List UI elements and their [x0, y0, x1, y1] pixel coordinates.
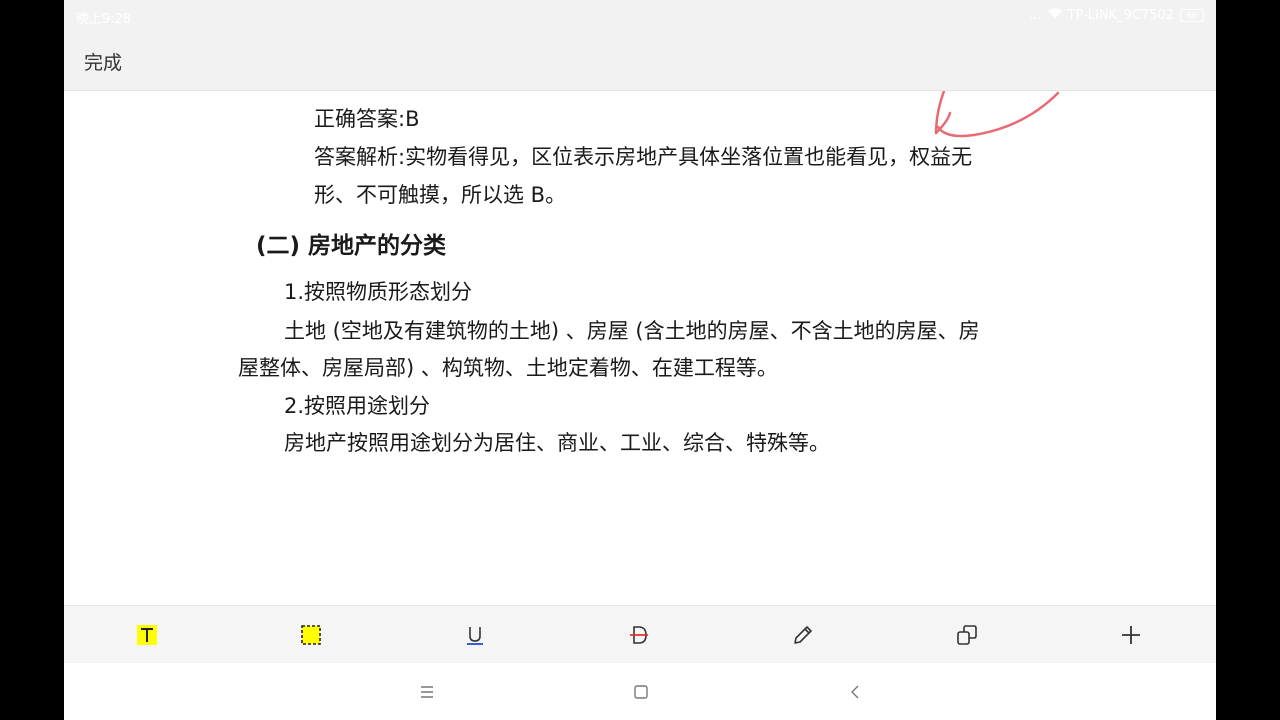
screen: 晚上9:28 ... TP-LINK_9C7502 86 完成 正确答案:B 答…: [64, 0, 1216, 720]
item1-line-1: 土地 (空地及有建筑物的土地) 、房屋 (含土地的房屋、不含土地的房屋、房: [284, 319, 980, 343]
menu-icon[interactable]: [414, 679, 440, 705]
underline-icon[interactable]: [460, 620, 490, 650]
analysis-line-1: 答案解析:实物看得见，区位表示房地产具体坐落位置也能看见，权益无: [314, 145, 973, 169]
app-bar: 完成: [64, 32, 1216, 91]
area-select-icon[interactable]: [296, 620, 326, 650]
item1-line-2: 屋整体、房屋局部) 、构筑物、土地定着物、在建工程等。: [238, 356, 778, 380]
item2-line-1: 房地产按照用途划分为居住、商业、工业、综合、特殊等。: [284, 431, 830, 455]
analysis-line-2: 形、不可触摸，所以选 B。: [314, 183, 567, 207]
section-heading: (二) 房地产的分类: [256, 233, 447, 259]
text-highlight-icon[interactable]: [132, 620, 162, 650]
back-icon[interactable]: [842, 679, 868, 705]
item1-title: 1.按照物质形态划分: [284, 280, 473, 304]
home-icon[interactable]: [628, 679, 654, 705]
pencil-icon[interactable]: [788, 620, 818, 650]
document-page[interactable]: 正确答案:B 答案解析:实物看得见，区位表示房地产具体坐落位置也能看见，权益无 …: [64, 91, 1216, 605]
status-time: 晚上9:28: [76, 12, 132, 27]
status-right: ... TP-LINK_9C7502 86: [1029, 8, 1204, 23]
wifi-name: TP-LINK_9C7502: [1067, 8, 1174, 23]
status-bar: 晚上9:28 ... TP-LINK_9C7502 86: [64, 0, 1216, 32]
copy-icon[interactable]: [952, 620, 982, 650]
wifi-icon: [1047, 8, 1062, 23]
pen-annotation: [934, 91, 1060, 138]
battery-icon: 86: [1180, 9, 1204, 22]
status-dots: ...: [1029, 8, 1042, 23]
done-button[interactable]: 完成: [84, 48, 122, 75]
annotation-toolbar: [64, 605, 1216, 664]
strikethrough-icon[interactable]: [624, 620, 654, 650]
add-icon[interactable]: [1116, 620, 1146, 650]
answer-line: 正确答案:B: [314, 107, 420, 131]
item2-title: 2.按照用途划分: [284, 394, 431, 418]
system-nav-bar: [64, 663, 1216, 720]
